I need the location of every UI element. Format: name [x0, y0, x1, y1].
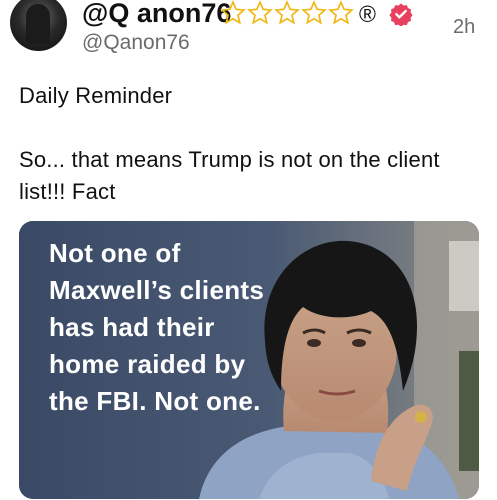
display-name[interactable]: @Q anon76 [82, 0, 231, 30]
star-badges [220, 0, 354, 28]
registered-symbol: ® [359, 1, 376, 27]
star-icon [247, 0, 273, 25]
post-text-line: Daily Reminder [19, 83, 173, 108]
verified-badge-icon [389, 3, 413, 26]
star-icon [328, 0, 354, 25]
star-icon [274, 0, 300, 25]
post-header: @Q anon76 ® @Qanon76 2h [0, 0, 497, 70]
post-timestamp[interactable]: 2h [453, 14, 475, 40]
image-overlay-text: Not one of Maxwell’s clients has had the… [49, 238, 265, 416]
avatar-figure-shape [26, 4, 50, 44]
post-text-line: So... that means Trump is not on the cli… [19, 147, 440, 204]
avatar[interactable] [10, 0, 67, 51]
post-image[interactable]: Not one of Maxwell’s clients has had the… [19, 221, 479, 499]
star-icon [301, 0, 327, 25]
user-handle[interactable]: @Qanon76 [82, 30, 190, 56]
post-text: Daily Reminder So... that means Trump is… [19, 80, 479, 208]
star-icon [220, 0, 246, 25]
